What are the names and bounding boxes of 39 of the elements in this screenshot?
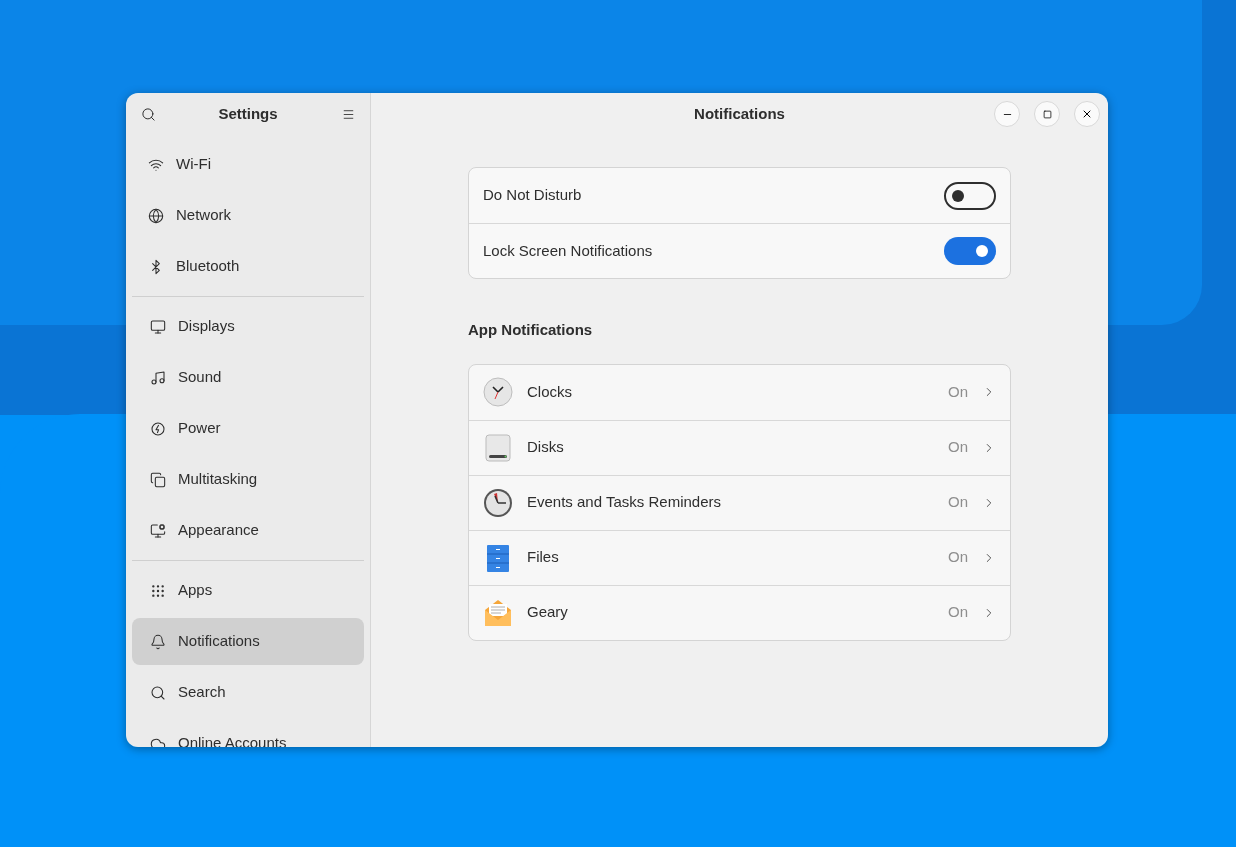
close-icon [1081,108,1093,120]
app-row[interactable]: Events and Tasks Reminders On [469,474,1010,530]
sidebar-item[interactable]: Wi-Fi [130,141,366,188]
sidebar-item[interactable]: Notifications [132,618,364,665]
sidebar-item[interactable]: Search [132,669,364,716]
sidebar-item[interactable]: Network [130,192,366,239]
maximize-icon [1042,109,1052,119]
sidebar-item[interactable]: Power [132,405,364,452]
setting-label: Do Not Disturb [483,185,582,206]
sidebar-item[interactable]: Appearance [132,507,364,554]
app-row[interactable]: Disks On [469,419,1010,475]
monitor-icon [150,318,166,335]
sidebar-item[interactable]: Apps [132,567,364,614]
lightning-circle-icon [150,420,166,437]
search-icon [150,684,166,701]
alarm-clock-icon [483,487,513,518]
envelope-icon [483,597,513,628]
sidebar-title: Settings [218,103,278,124]
maximize-button[interactable] [1034,101,1060,127]
search-icon [140,106,156,122]
grid-dots-icon [150,582,166,599]
app-row[interactable]: Files On [469,529,1010,585]
menu-icon [341,107,355,121]
music-note-icon [150,369,166,386]
sidebar-item[interactable]: Sound [132,354,364,401]
sidebar-item[interactable]: Displays [132,303,364,350]
globe-icon [148,207,164,224]
section-heading: App Notifications [468,320,594,340]
toggle-switch[interactable] [944,181,996,210]
bell-icon [150,633,166,650]
sidebar-item[interactable]: Multitasking [132,456,364,503]
setting-label: Lock Screen Notifications [483,240,653,261]
app-row[interactable]: Geary On [469,584,1010,640]
disk-drive-icon [483,432,513,463]
sidebar-item[interactable]: Bluetooth [130,243,366,290]
window-title: Notifications [694,103,785,124]
clock-icon [483,377,513,407]
toggle-switch[interactable] [944,237,996,265]
app-row[interactable]: Clocks On [469,364,1010,420]
